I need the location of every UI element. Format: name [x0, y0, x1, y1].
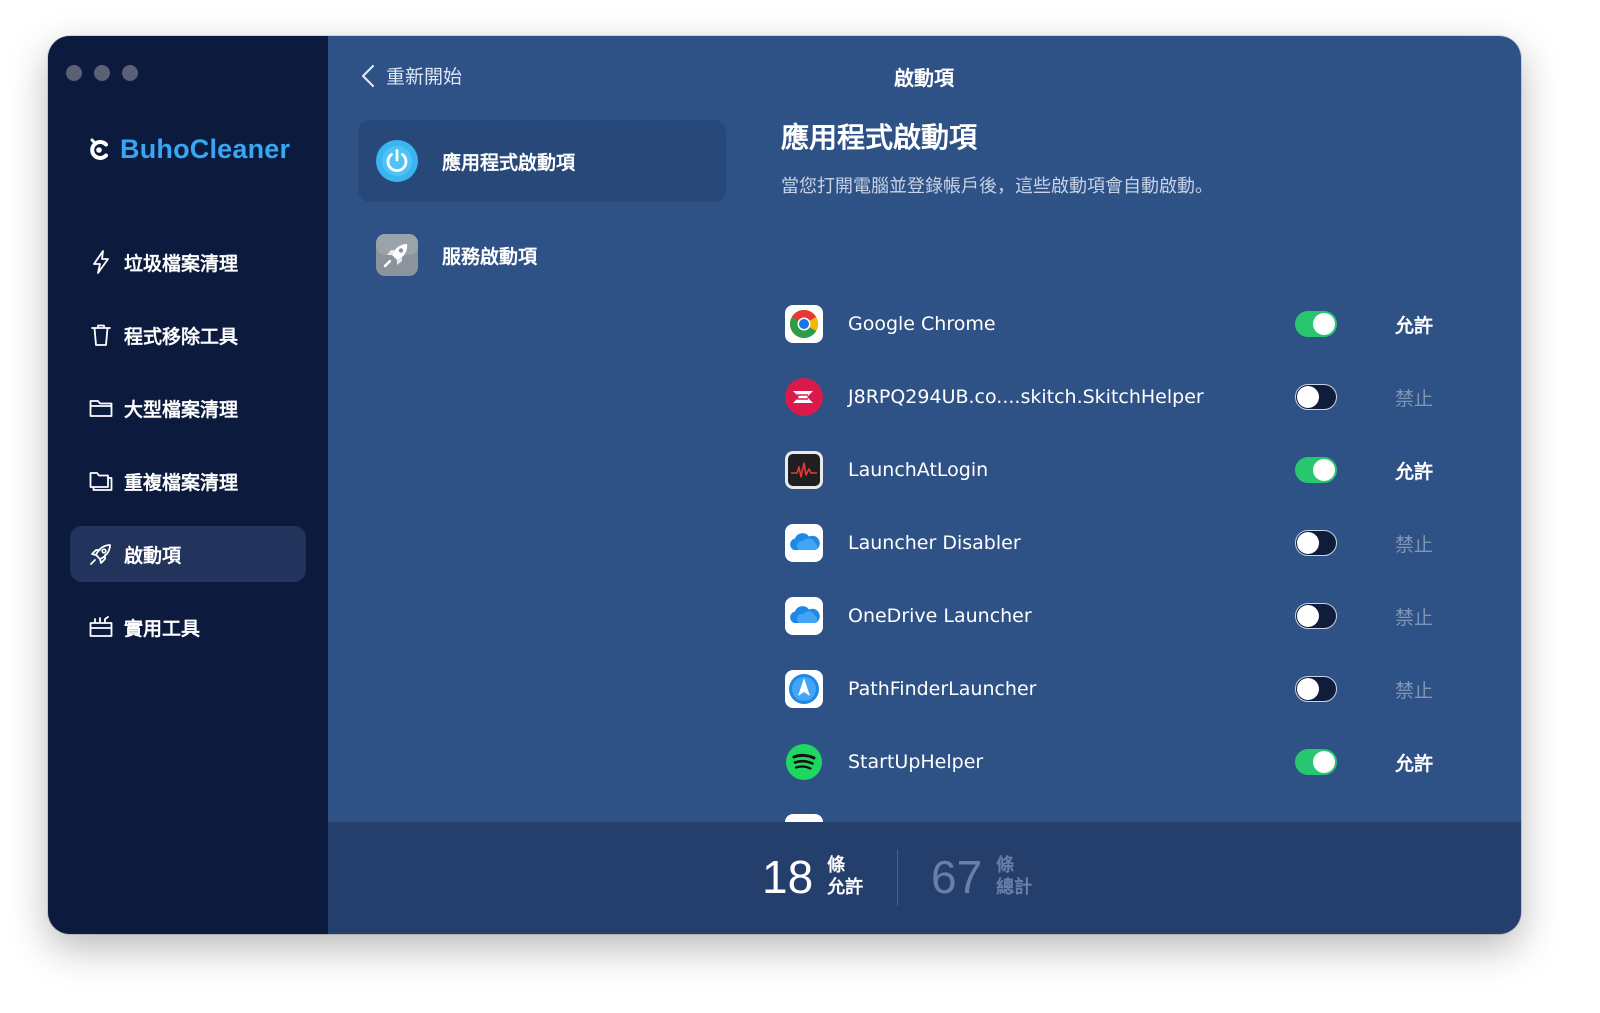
allowed-label: 允許 — [827, 877, 864, 898]
sidebar-item-label: 程式移除工具 — [124, 325, 239, 348]
app-name: Launcher Disabler — [848, 532, 1021, 554]
activity-monitor-icon — [785, 451, 823, 489]
startup-toggle[interactable] — [1295, 457, 1337, 483]
pathfinder-icon — [785, 670, 823, 708]
chevron-left-icon — [361, 64, 375, 87]
toggle-knob — [1313, 313, 1335, 335]
toggle-knob — [1297, 531, 1319, 554]
close-window-button[interactable] — [66, 65, 82, 81]
allowed-count-stat: 18 條 允許 — [762, 850, 863, 904]
app-name: LaunchAtLogin — [848, 459, 989, 481]
sidebar-item-toolkit[interactable]: 實用工具 — [70, 599, 306, 655]
startup-toggle[interactable] — [1295, 603, 1337, 629]
list-item: OneDrive Launcher 禁止 — [781, 586, 1461, 646]
folder-icon — [89, 400, 113, 417]
zoom-window-button[interactable] — [122, 65, 138, 81]
toggle-knob — [1313, 751, 1335, 773]
sidebar-item-label: 重複檔案清理 — [124, 471, 239, 494]
status-label: 禁止 — [1395, 387, 1434, 410]
app-window: BuhoCleaner 垃圾檔案清理 程式移除工具 大型檔案清理 重複檔案清理 … — [48, 36, 1521, 934]
app-name: BuhoCleaner — [120, 134, 291, 164]
allowed-unit: 條 — [827, 855, 846, 876]
list-item: LaunchAtLogin 允許 — [781, 440, 1461, 500]
category-list: 應用程式啟動項 服務啟動項 — [358, 120, 726, 308]
total-count: 67 — [931, 851, 983, 903]
status-label: 禁止 — [1395, 679, 1434, 702]
app-name: Google Chrome — [848, 313, 996, 335]
app-name: PathFinderLauncher — [848, 678, 1037, 700]
window-controls — [66, 65, 138, 81]
toolbox-icon — [89, 616, 113, 637]
sidebar-item-duplicate-files[interactable]: 重複檔案清理 — [70, 453, 306, 509]
sidebar-item-label: 啟動項 — [124, 544, 182, 567]
total-label: 總計 — [996, 877, 1033, 898]
category-label: 服務啟動項 — [442, 245, 538, 268]
rocket-app-icon — [376, 234, 418, 276]
summary-footer: 18 條 允許 67 條 總計 — [328, 822, 1521, 934]
section-subtitle: 當您打開電腦並登錄帳戶後，這些啟動項會自動啟動。 — [781, 176, 1213, 197]
list-item: StartUpHelper 允許 — [781, 732, 1461, 792]
app-logo: BuhoCleaner — [86, 134, 290, 165]
sidebar-item-label: 大型檔案清理 — [124, 398, 239, 421]
category-service-startup[interactable]: 服務啟動項 — [358, 214, 726, 296]
spotify-icon — [786, 744, 822, 780]
status-label: 允許 — [1395, 752, 1434, 775]
buho-logo-icon — [90, 138, 108, 160]
app-icon-partial — [785, 814, 823, 822]
status-label: 允許 — [1395, 314, 1434, 337]
status-label: 禁止 — [1395, 533, 1434, 556]
sidebar-item-uninstaller[interactable]: 程式移除工具 — [70, 307, 306, 363]
app-name: J8RPQ294UB.co....skitch.SkitchHelper — [848, 386, 1204, 408]
sidebar: BuhoCleaner 垃圾檔案清理 程式移除工具 大型檔案清理 重複檔案清理 … — [48, 36, 328, 934]
category-label: 應用程式啟動項 — [442, 151, 576, 174]
sidebar-item-junk-cleanup[interactable]: 垃圾檔案清理 — [70, 234, 306, 290]
sidebar-item-large-files[interactable]: 大型檔案清理 — [70, 380, 306, 436]
app-name: OneDrive Launcher — [848, 605, 1032, 627]
total-unit: 條 — [996, 855, 1015, 876]
duplicate-folder-icon — [89, 472, 113, 491]
total-count-stat: 67 條 總計 — [931, 850, 1032, 904]
list-item: PathFinderLauncher 禁止 — [781, 659, 1461, 719]
onedrive-icon — [785, 524, 823, 562]
section-title: 應用程式啟動項 — [781, 121, 978, 154]
sidebar-item-startup-items[interactable]: 啟動項 — [70, 526, 306, 582]
status-label: 禁止 — [1395, 606, 1434, 629]
startup-toggle[interactable] — [1295, 676, 1337, 702]
list-item: Google Chrome 允許 — [781, 294, 1461, 354]
bolt-icon — [93, 250, 109, 274]
sidebar-item-label: 實用工具 — [124, 617, 201, 640]
toggle-knob — [1297, 604, 1319, 627]
power-icon — [376, 140, 418, 182]
sidebar-nav: 垃圾檔案清理 程式移除工具 大型檔案清理 重複檔案清理 啟動項 實用工具 — [70, 234, 306, 672]
toggle-knob — [1297, 677, 1319, 700]
toggle-knob — [1297, 385, 1319, 408]
startup-toggle[interactable] — [1295, 749, 1337, 775]
startup-toggle[interactable] — [1295, 311, 1337, 337]
list-item: Launcher Disabler 禁止 — [781, 513, 1461, 573]
app-name: StartUpHelper — [848, 751, 984, 773]
startup-app-list: Google Chrome 允許 J8RPQ294UB.co....skitch… — [781, 286, 1461, 822]
startup-toggle[interactable] — [1295, 530, 1337, 556]
chrome-icon — [785, 305, 823, 343]
page-title: 啟動項 — [894, 66, 954, 90]
toggle-knob — [1313, 459, 1335, 481]
footer-divider — [897, 850, 898, 906]
sidebar-item-label: 垃圾檔案清理 — [124, 252, 239, 275]
allowed-count: 18 — [762, 851, 814, 903]
list-item: J8RPQ294UB.co....skitch.SkitchHelper 禁止 — [781, 367, 1461, 427]
skitch-icon — [785, 378, 823, 416]
trash-icon — [91, 324, 111, 346]
startup-toggle[interactable] — [1295, 384, 1337, 410]
minimize-window-button[interactable] — [94, 65, 110, 81]
category-app-startup[interactable]: 應用程式啟動項 — [358, 120, 726, 202]
back-label: 重新開始 — [386, 66, 463, 88]
onedrive-icon — [785, 597, 823, 635]
status-label: 允許 — [1395, 460, 1434, 483]
back-button[interactable]: 重新開始 — [360, 62, 462, 89]
rocket-icon — [90, 544, 111, 565]
